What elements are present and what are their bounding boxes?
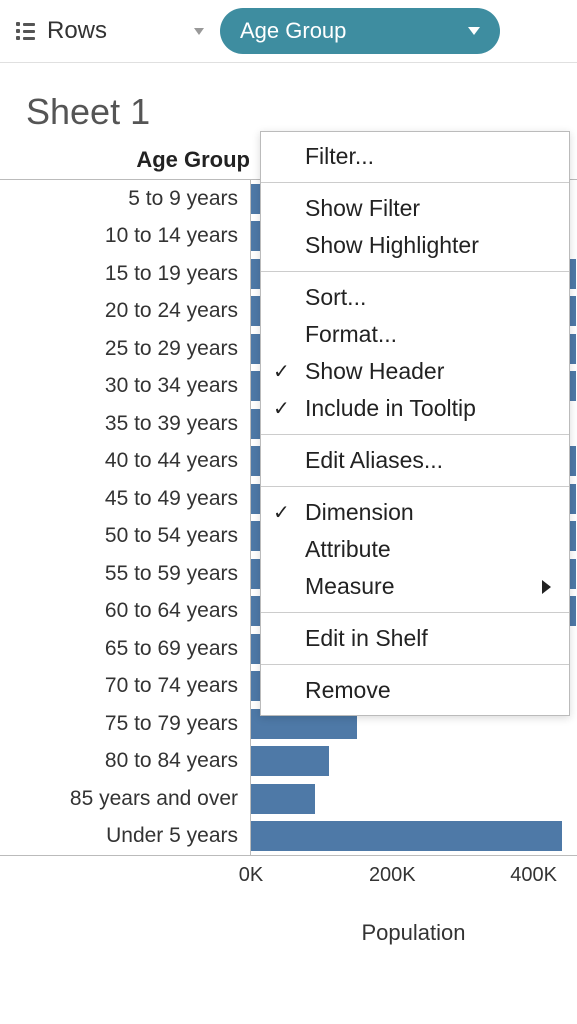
- category-label: 30 to 34 years: [0, 374, 250, 398]
- category-label: Under 5 years: [0, 824, 250, 848]
- bar-cell: [250, 743, 577, 781]
- category-label: 10 to 14 years: [0, 224, 250, 248]
- table-row: 80 to 84 years: [0, 743, 577, 781]
- menu-include-in-tooltip[interactable]: ✓Include in Tooltip: [261, 390, 569, 427]
- bar[interactable]: [251, 821, 562, 851]
- menu-measure[interactable]: Measure: [261, 568, 569, 605]
- category-label: 35 to 39 years: [0, 412, 250, 436]
- sheet-area: Sheet 1 Age Group 5 to 9 years10 to 14 y…: [0, 63, 577, 946]
- bar-cell: [250, 780, 577, 818]
- column-header: Age Group: [0, 147, 250, 179]
- check-icon: ✓: [273, 359, 290, 384]
- x-axis: 0K 200K 400K: [0, 856, 577, 890]
- check-icon: ✓: [273, 500, 290, 525]
- bar-cell: [250, 818, 577, 856]
- menu-remove[interactable]: Remove: [261, 672, 569, 709]
- rows-shelf-label: Rows: [47, 17, 107, 45]
- table-row: Under 5 years: [0, 818, 577, 856]
- menu-show-filter[interactable]: Show Filter: [261, 190, 569, 227]
- menu-filter[interactable]: Filter...: [261, 138, 569, 175]
- category-label: 40 to 44 years: [0, 449, 250, 473]
- category-label: 60 to 64 years: [0, 599, 250, 623]
- chevron-down-icon: [194, 28, 204, 35]
- category-label: 45 to 49 years: [0, 487, 250, 511]
- axis-tick: 0K: [239, 864, 263, 887]
- category-label: 15 to 19 years: [0, 262, 250, 286]
- x-axis-title: Population: [250, 890, 577, 946]
- category-label: 85 years and over: [0, 787, 250, 811]
- menu-edit-in-shelf[interactable]: Edit in Shelf: [261, 620, 569, 657]
- rows-pill-age-group[interactable]: Age Group: [220, 8, 500, 54]
- category-label: 65 to 69 years: [0, 637, 250, 661]
- menu-sort[interactable]: Sort...: [261, 279, 569, 316]
- chevron-down-icon[interactable]: [468, 27, 480, 35]
- pill-label: Age Group: [240, 18, 346, 44]
- menu-dimension[interactable]: ✓Dimension: [261, 494, 569, 531]
- menu-show-header[interactable]: ✓Show Header: [261, 353, 569, 390]
- rows-shelf: Rows Age Group: [0, 0, 577, 63]
- category-label: 75 to 79 years: [0, 712, 250, 736]
- bar[interactable]: [251, 746, 329, 776]
- category-label: 80 to 84 years: [0, 749, 250, 773]
- category-label: 50 to 54 years: [0, 524, 250, 548]
- category-label: 55 to 59 years: [0, 562, 250, 586]
- table-row: 85 years and over: [0, 780, 577, 818]
- category-label: 5 to 9 years: [0, 187, 250, 211]
- axis-tick: 200K: [369, 864, 416, 887]
- category-label: 20 to 24 years: [0, 299, 250, 323]
- rows-shelf-label-wrap[interactable]: Rows: [10, 11, 220, 51]
- pill-context-menu: Filter... Show Filter Show Highlighter S…: [260, 131, 570, 716]
- bar[interactable]: [251, 784, 315, 814]
- category-label: 70 to 74 years: [0, 674, 250, 698]
- category-label: 25 to 29 years: [0, 337, 250, 361]
- menu-show-highlighter[interactable]: Show Highlighter: [261, 227, 569, 264]
- chevron-right-icon: [542, 580, 551, 594]
- menu-format[interactable]: Format...: [261, 316, 569, 353]
- check-icon: ✓: [273, 396, 290, 421]
- menu-attribute[interactable]: Attribute: [261, 531, 569, 568]
- rows-icon: [16, 22, 35, 40]
- menu-edit-aliases[interactable]: Edit Aliases...: [261, 442, 569, 479]
- axis-tick: 400K: [510, 864, 557, 887]
